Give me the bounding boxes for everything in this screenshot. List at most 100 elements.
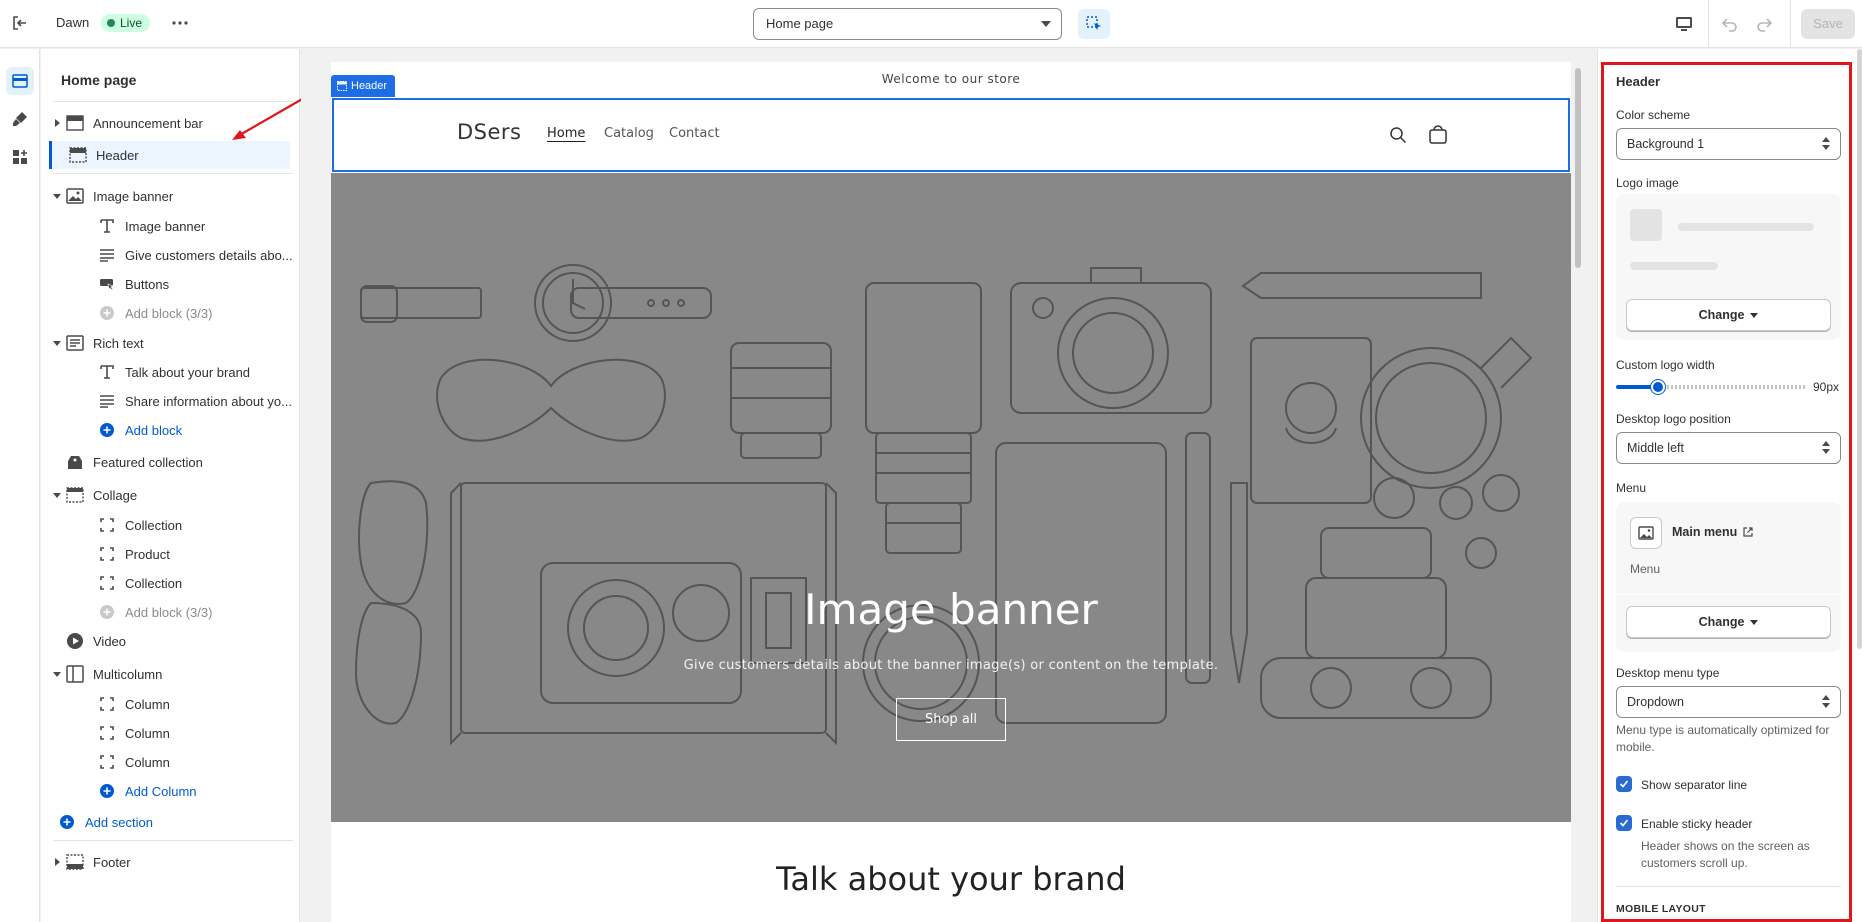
select-arrows-icon [1822,137,1830,151]
nav-contact[interactable]: Contact [669,126,720,141]
section-header[interactable]: Header [49,141,290,169]
layout-header-icon [68,145,88,165]
paragraph-icon [97,245,117,265]
tag-icon [65,452,85,472]
more-actions-icon[interactable] [168,11,192,35]
section-label: Video [93,633,127,649]
block-label: Add block (3/3) [125,604,213,620]
block-rich-text-heading[interactable]: Talk about your brand [97,358,293,386]
change-menu-button[interactable]: Change [1626,606,1831,638]
color-scheme-select[interactable]: Background 1 [1616,128,1841,160]
sticky-header-checkbox[interactable] [1616,815,1632,831]
block-collage-collection[interactable]: Collection [97,511,293,539]
rich-text-icon [65,333,85,353]
block-label: Buttons [125,276,170,292]
collapse-arrow-icon[interactable] [53,492,61,498]
block-label: Product [125,546,170,562]
select-arrows-icon [1822,695,1830,709]
collapse-arrow-icon[interactable] [53,340,61,346]
image-banner[interactable]: Image banner Give customers details abou… [331,173,1571,822]
page-select[interactable]: Home page [753,8,1062,40]
theme-settings-brush-icon[interactable] [6,105,34,133]
sticky-header-label: Enable sticky header [1641,817,1753,831]
exit-icon[interactable] [8,11,32,35]
expand-arrow-icon[interactable] [54,119,60,127]
block-label: Column [125,725,170,741]
store-header[interactable]: DSers Home Catalog Contact [332,98,1570,172]
theme-name: Dawn [56,15,90,30]
store-logo[interactable]: DSers [457,120,522,144]
save-button[interactable]: Save [1801,9,1855,39]
external-link-icon [1743,527,1753,537]
nav-catalog[interactable]: Catalog [604,126,654,141]
block-rich-text-paragraph[interactable]: Share information about yo... [97,387,293,415]
section-video[interactable]: Video [49,627,289,655]
redo-icon[interactable] [1750,10,1778,38]
add-block-button[interactable]: Add block [97,416,293,444]
nav-home[interactable]: Home [547,126,585,141]
columns-icon [65,664,85,684]
plus-circle-icon [97,602,117,622]
text-icon [97,362,117,382]
collapse-arrow-icon[interactable] [53,671,61,677]
paragraph-icon [97,391,117,411]
plus-circle-icon [97,420,117,440]
desktop-device-icon[interactable] [1670,10,1698,38]
add-column-button[interactable]: Add Column [97,777,293,805]
frame-icon [97,573,117,593]
block-image-banner-heading[interactable]: Image banner [97,212,293,240]
chevron-down-icon [1750,312,1759,318]
header-section-icon [337,81,347,91]
menu-label: Menu [1616,481,1647,495]
logo-width-slider-handle[interactable] [1651,380,1665,394]
page-select-value: Home page [766,16,834,31]
block-column[interactable]: Column [97,690,293,718]
add-section-button[interactable]: Add section [57,808,297,836]
search-icon[interactable] [1387,124,1409,146]
settings-scrollbar[interactable] [1857,49,1862,649]
change-logo-label: Change [1698,308,1745,322]
block-label: Give customers details abo... [125,247,293,263]
separator-checkbox[interactable] [1616,776,1632,792]
preview-scrollbar[interactable] [1575,68,1581,268]
add-block-button-disabled[interactable]: Add block (3/3) [97,299,293,327]
section-label: Footer [93,854,131,870]
cart-icon[interactable] [1427,124,1449,146]
plus-circle-icon [57,812,77,832]
inspector-toggle-icon[interactable] [1078,9,1110,39]
section-featured-collection[interactable]: Featured collection [49,448,289,476]
menu-type-select[interactable]: Dropdown [1616,686,1841,718]
section-label: Featured collection [93,454,203,470]
menu-sub-label: Menu [1630,562,1661,576]
annotation-arrow-icon [232,97,305,140]
logo-placeholder-icon [1630,209,1662,241]
block-label: Column [125,754,170,770]
app-embeds-icon[interactable] [6,143,34,171]
block-collage-collection[interactable]: Collection [97,569,293,597]
change-logo-button[interactable]: Change [1626,299,1831,331]
undo-icon[interactable] [1716,10,1744,38]
expand-arrow-icon[interactable] [54,858,60,866]
section-collage[interactable]: Collage [49,481,289,509]
block-image-banner-buttons[interactable]: Buttons [97,270,293,298]
chevron-down-icon [1750,619,1759,625]
shop-all-button[interactable]: Shop all [896,698,1006,741]
section-image-banner[interactable]: Image banner [49,182,289,210]
sections-icon[interactable] [6,67,34,95]
announcement-bar[interactable]: Welcome to our store [331,62,1571,98]
section-tag-label: Header [351,80,388,92]
add-block-button-disabled[interactable]: Add block (3/3) [97,598,293,626]
block-collage-product[interactable]: Product [97,540,293,568]
collapse-arrow-icon[interactable] [53,193,61,199]
frame-icon [97,723,117,743]
main-menu-link[interactable]: Main menu [1672,525,1753,539]
section-footer[interactable]: Footer [49,848,289,876]
logo-position-select[interactable]: Middle left [1616,432,1841,464]
section-multicolumn[interactable]: Multicolumn [49,660,289,688]
section-rich-text[interactable]: Rich text [49,329,289,357]
block-image-banner-text[interactable]: Give customers details abo... [97,241,293,269]
block-label: Column [125,696,170,712]
left-rail [0,49,40,922]
block-column[interactable]: Column [97,719,293,747]
block-column[interactable]: Column [97,748,293,776]
